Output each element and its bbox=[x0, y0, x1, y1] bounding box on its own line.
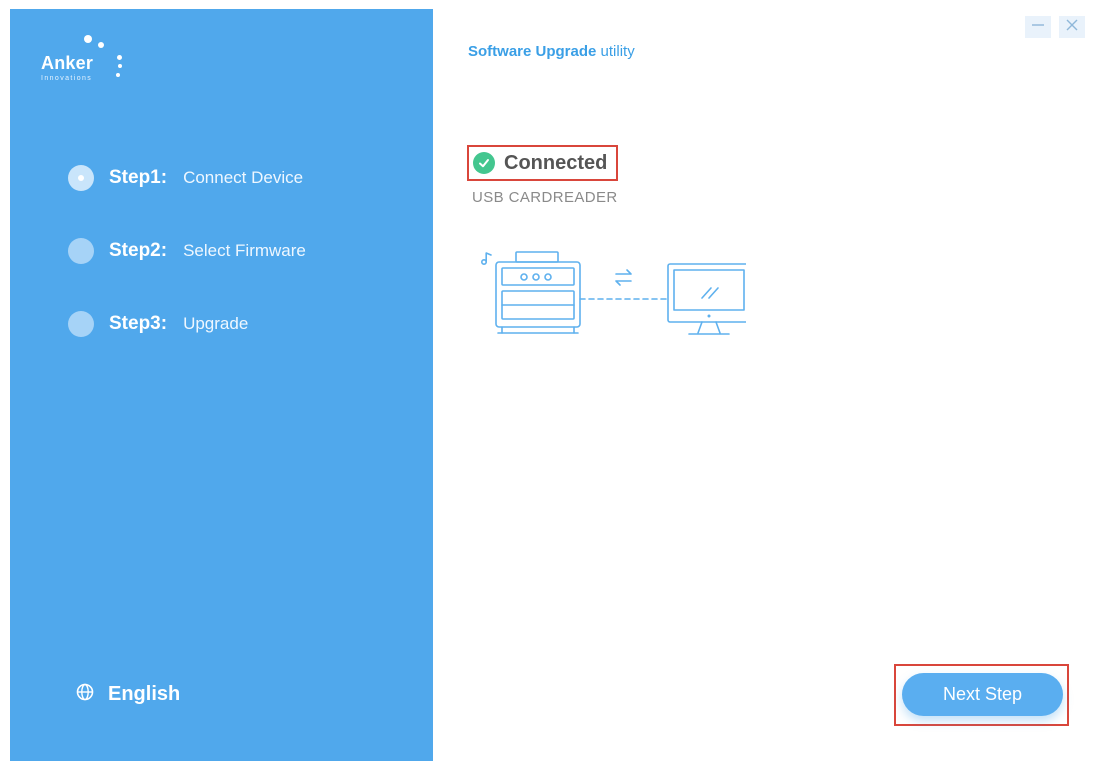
close-icon bbox=[1065, 18, 1079, 37]
step-label: Upgrade bbox=[183, 314, 249, 333]
step-number: Step2: bbox=[109, 240, 168, 261]
language-label: English bbox=[108, 683, 181, 705]
step-indicator bbox=[68, 311, 94, 337]
page-title: Software Upgrade utility bbox=[468, 43, 635, 60]
logo-wordmark: Anker bbox=[41, 53, 94, 73]
upgrade-window: Anker Innovations Step1: Connect Device … bbox=[10, 9, 1096, 761]
title-rest: utility bbox=[600, 43, 635, 60]
connection-status: Connected bbox=[467, 145, 618, 181]
title-strong: Software Upgrade bbox=[468, 43, 597, 60]
step-upgrade: Step3: Upgrade bbox=[68, 309, 248, 339]
status-text: Connected bbox=[504, 151, 608, 174]
step-select-firmware: Step2: Select Firmware bbox=[68, 236, 306, 266]
minimize-icon bbox=[1031, 18, 1045, 37]
device-name: USB CARDREADER bbox=[472, 189, 618, 206]
step-label: Connect Device bbox=[183, 168, 304, 187]
anker-logo: Anker Innovations bbox=[41, 33, 151, 93]
step-connect-device: Step1: Connect Device bbox=[68, 163, 303, 193]
step-number: Step3: bbox=[109, 313, 168, 334]
logo-subtitle: Innovations bbox=[41, 75, 93, 82]
language-selector[interactable]: English bbox=[76, 683, 180, 706]
step-label: Select Firmware bbox=[183, 241, 306, 260]
check-icon bbox=[473, 152, 495, 174]
sidebar: Anker Innovations Step1: Connect Device … bbox=[10, 9, 433, 761]
device-connection-illustration bbox=[476, 245, 751, 335]
next-step-highlight: Next Step bbox=[894, 664, 1069, 726]
globe-icon bbox=[76, 683, 94, 706]
card-reader-to-computer-icon bbox=[481, 251, 751, 335]
step-indicator-active bbox=[68, 165, 94, 191]
step-number: Step1: bbox=[109, 167, 168, 188]
next-step-button[interactable]: Next Step bbox=[902, 673, 1063, 716]
close-button[interactable] bbox=[1059, 16, 1085, 38]
minimize-button[interactable] bbox=[1025, 16, 1051, 38]
step-indicator bbox=[68, 238, 94, 264]
